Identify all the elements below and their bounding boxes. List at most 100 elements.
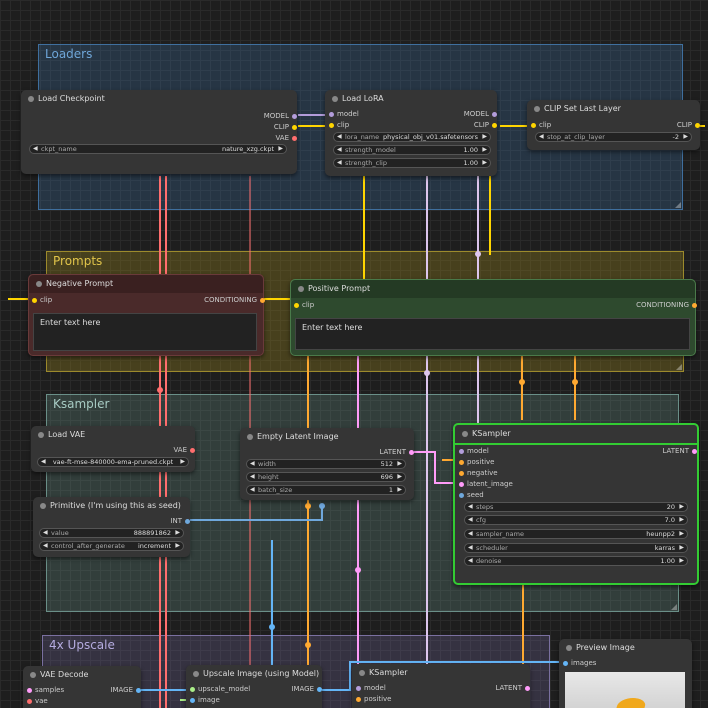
input-slot-clip[interactable]: clip <box>32 296 52 305</box>
increment-arrow-icon[interactable]: ▶ <box>175 529 180 537</box>
widget-lora-name[interactable]: ◀ lora_name physical_obj_v01.safetensors… <box>333 132 491 142</box>
output-pin[interactable] <box>190 448 195 453</box>
input-pin[interactable] <box>356 686 361 691</box>
node-preview-image[interactable]: Preview Image images <box>559 639 692 708</box>
output-slot-clip[interactable]: CLIP <box>474 121 497 130</box>
increment-arrow-icon[interactable]: ▶ <box>175 542 180 550</box>
decrement-arrow-icon[interactable]: ◀ <box>250 473 255 481</box>
input-slot-model[interactable]: model <box>329 110 359 119</box>
increment-arrow-icon[interactable]: ▶ <box>679 530 684 538</box>
negative-prompt-textarea[interactable]: Enter text here <box>33 313 257 351</box>
node-load-vae[interactable]: Load VAE VAE ◀ vae-ft-mse-840000-ema-pru… <box>31 426 195 472</box>
output-slot-image[interactable]: IMAGE <box>291 685 322 694</box>
node-load-lora[interactable]: Load LoRA model clip MODEL CLIP ◀ lora_n… <box>325 90 497 176</box>
collapse-dot-icon[interactable] <box>462 431 468 437</box>
node-ksampler-upscale[interactable]: KSampler model positive LATENT <box>352 664 530 708</box>
collapse-dot-icon[interactable] <box>566 645 572 651</box>
node-empty-latent-image[interactable]: Empty Latent Image LATENT ◀ width 512 ▶ … <box>240 428 414 500</box>
decrement-arrow-icon[interactable]: ◀ <box>468 530 473 538</box>
collapse-dot-icon[interactable] <box>534 106 540 112</box>
input-pin[interactable] <box>356 697 361 702</box>
output-slot-latent[interactable]: LATENT <box>379 448 414 457</box>
node-positive-prompt[interactable]: Positive Prompt clip CONDITIONING Enter … <box>290 279 697 356</box>
input-pin[interactable] <box>190 698 195 703</box>
output-pin[interactable] <box>292 136 297 141</box>
widget-stop-at-clip-layer[interactable]: ◀ stop_at_clip_layer -2 ▶ <box>535 132 692 142</box>
increment-arrow-icon[interactable]: ▶ <box>679 544 684 552</box>
increment-arrow-icon[interactable]: ▶ <box>679 557 684 565</box>
input-slot-upscale-model[interactable]: upscale_model <box>190 685 250 694</box>
node-clip-set-last-layer[interactable]: CLIP Set Last Layer clip CLIP ◀ stop_at_… <box>527 100 700 150</box>
input-pin[interactable] <box>27 699 32 704</box>
increment-arrow-icon[interactable]: ▶ <box>482 133 487 141</box>
output-pin[interactable] <box>695 123 700 128</box>
output-pin[interactable] <box>492 123 497 128</box>
input-slot-model[interactable]: model <box>459 447 489 456</box>
input-slot-positive[interactable]: positive <box>459 458 494 467</box>
positive-prompt-textarea[interactable]: Enter text here <box>295 318 690 350</box>
output-pin[interactable] <box>260 298 265 303</box>
output-slot-latent[interactable]: LATENT <box>495 684 530 693</box>
input-pin[interactable] <box>329 112 334 117</box>
collapse-dot-icon[interactable] <box>193 671 199 677</box>
increment-arrow-icon[interactable]: ▶ <box>482 159 487 167</box>
decrement-arrow-icon[interactable]: ◀ <box>468 503 473 511</box>
decrement-arrow-icon[interactable]: ◀ <box>468 557 473 565</box>
input-slot-model[interactable]: model <box>356 684 386 693</box>
node-upscale-image[interactable]: Upscale Image (using Model) upscale_mode… <box>186 665 322 708</box>
output-slot-latent[interactable]: LATENT <box>662 447 697 456</box>
input-slot-images[interactable]: images <box>563 659 596 668</box>
output-pin[interactable] <box>525 686 530 691</box>
decrement-arrow-icon[interactable]: ◀ <box>41 458 46 466</box>
input-pin[interactable] <box>459 471 464 476</box>
input-slot-positive[interactable]: positive <box>356 695 391 704</box>
collapse-dot-icon[interactable] <box>359 670 365 676</box>
node-title[interactable]: Load Checkpoint <box>21 90 297 108</box>
output-pin[interactable] <box>317 687 322 692</box>
increment-arrow-icon[interactable]: ▶ <box>397 473 402 481</box>
node-title[interactable]: Preview Image <box>559 639 692 657</box>
increment-arrow-icon[interactable]: ▶ <box>397 460 402 468</box>
widget-strength-model[interactable]: ◀ strength_model 1.00 ▶ <box>333 145 491 155</box>
collapse-dot-icon[interactable] <box>38 432 44 438</box>
input-slot-negative[interactable]: negative <box>459 469 498 478</box>
widget-sampler-name[interactable]: ◀ sampler_name heunpp2 ▶ <box>464 529 688 539</box>
output-slot-model[interactable]: MODEL <box>264 112 297 121</box>
node-title[interactable]: KSampler <box>455 425 697 445</box>
input-slot-image[interactable]: image <box>190 696 220 705</box>
widget-batch-size[interactable]: ◀ batch_size 1 ▶ <box>246 485 406 495</box>
input-slot-vae[interactable]: vae <box>27 697 48 706</box>
input-pin[interactable] <box>459 493 464 498</box>
increment-arrow-icon[interactable]: ▶ <box>679 503 684 511</box>
output-slot-vae[interactable]: VAE <box>173 446 195 455</box>
node-title[interactable]: Positive Prompt <box>291 280 695 298</box>
increment-arrow-icon[interactable]: ▶ <box>278 145 283 153</box>
node-canvas[interactable]: Loaders Prompts Ksampler 4x Upscale Load… <box>0 0 708 708</box>
output-slot-model[interactable]: MODEL <box>464 110 497 119</box>
output-pin[interactable] <box>292 114 297 119</box>
decrement-arrow-icon[interactable]: ◀ <box>337 133 342 141</box>
input-pin[interactable] <box>329 123 334 128</box>
node-title[interactable]: Load LoRA <box>325 90 497 108</box>
widget-vae-name[interactable]: ◀ vae-ft-mse-840000-ema-pruned.ckpt ▶ <box>37 457 189 467</box>
output-slot-clip[interactable]: CLIP <box>677 121 700 130</box>
widget-denoise[interactable]: ◀ denoise 1.00 ▶ <box>464 556 688 566</box>
input-pin[interactable] <box>531 123 536 128</box>
output-pin[interactable] <box>292 125 297 130</box>
node-ksampler[interactable]: KSampler model positive negative latent_… <box>453 423 699 585</box>
input-pin[interactable] <box>459 449 464 454</box>
node-negative-prompt[interactable]: Negative Prompt clip CONDITIONING Enter … <box>28 274 265 356</box>
decrement-arrow-icon[interactable]: ◀ <box>43 529 48 537</box>
input-pin[interactable] <box>294 303 299 308</box>
input-slot-seed[interactable]: seed <box>459 491 484 500</box>
decrement-arrow-icon[interactable]: ◀ <box>539 133 544 141</box>
decrement-arrow-icon[interactable]: ◀ <box>337 159 342 167</box>
output-slot-conditioning[interactable]: CONDITIONING <box>636 301 697 310</box>
input-slot-samples[interactable]: samples <box>27 686 64 695</box>
node-title[interactable]: VAE Decode <box>23 666 141 684</box>
node-title[interactable]: Load VAE <box>31 426 195 444</box>
widget-seed-value[interactable]: ◀ value 888891862 ▶ <box>39 528 184 538</box>
widget-height[interactable]: ◀ height 696 ▶ <box>246 472 406 482</box>
increment-arrow-icon[interactable]: ▶ <box>397 486 402 494</box>
widget-cfg[interactable]: ◀ cfg 7.0 ▶ <box>464 515 688 525</box>
